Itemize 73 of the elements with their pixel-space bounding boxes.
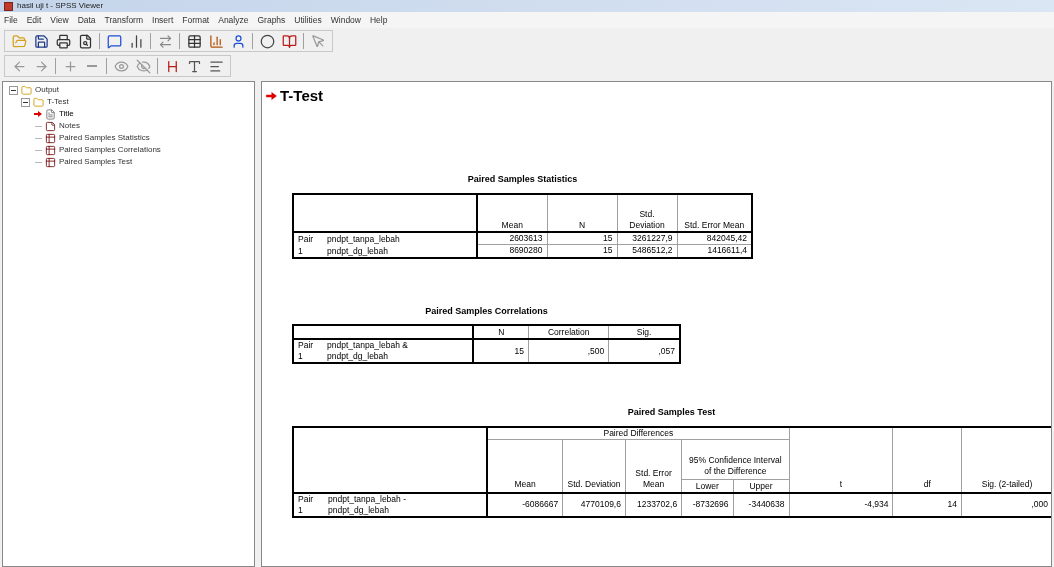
table-cell: 2603613 [477, 231, 547, 245]
column-header: df [893, 426, 962, 493]
minus-icon [87, 65, 97, 67]
table-icon [45, 156, 56, 168]
column-header: Std. Deviation [562, 439, 626, 493]
person-icon [230, 33, 246, 49]
row-header: Pair 1 [293, 231, 323, 258]
text-icon [186, 58, 202, 74]
menu-item[interactable]: File [4, 15, 18, 25]
outline-item[interactable]: Paired Samples Statistics [59, 134, 150, 142]
note-icon [45, 120, 56, 132]
output-heading: T-Test [280, 88, 324, 103]
column-group-header: Paired Differences [487, 426, 789, 440]
table-cell: 3261227,9 [617, 231, 677, 245]
outline-item[interactable]: Output [35, 86, 59, 94]
table-title: Paired Samples Statistics [466, 173, 579, 186]
left-arrow-icon [11, 58, 27, 74]
row-header: pndpt_tanpa_lebah - pndpt_dg_lebah [327, 493, 407, 516]
column-header: Lower [681, 479, 734, 493]
menu-item[interactable]: Transform [104, 15, 144, 25]
column-header: t [789, 426, 893, 493]
chart-icon [128, 33, 144, 49]
menu-item[interactable]: Edit [26, 15, 42, 25]
menu-item[interactable]: Window [330, 15, 361, 25]
row-header: Pair 1 [297, 493, 315, 516]
menu-item[interactable]: Format [182, 15, 210, 25]
row-header: pndpt_dg_lebah [323, 244, 477, 258]
folder-icon [11, 33, 27, 49]
lines-icon [208, 58, 224, 74]
bar-chart-icon [208, 33, 224, 49]
table-icon [45, 132, 56, 144]
eye-icon [113, 58, 129, 74]
row-header: pndpt_tanpa_lebah & pndpt_dg_lebah [323, 339, 474, 363]
menu-item[interactable]: Utilities [294, 15, 322, 25]
menu-item[interactable]: Insert [152, 15, 174, 25]
arrows-icon [157, 33, 173, 49]
menu-item[interactable]: Analyze [218, 15, 249, 25]
row-header: Pair 1 [293, 339, 324, 363]
folder-icon [21, 84, 32, 96]
column-header: Mean [487, 439, 563, 493]
preview-icon [77, 33, 93, 49]
outline-item[interactable]: T-Test [47, 98, 69, 106]
table-title: Paired Samples Correlations [424, 304, 549, 318]
print-icon [55, 33, 71, 49]
column-header: Std. Error Mean [625, 439, 682, 493]
menu-item[interactable]: Graphs [257, 15, 286, 25]
book-icon [281, 33, 297, 49]
menu-item[interactable]: View [50, 15, 69, 25]
table-icon [186, 33, 202, 49]
outline-item[interactable]: Notes [59, 122, 80, 130]
outline-item[interactable]: Paired Samples Test [59, 158, 133, 166]
outline-item[interactable]: Title [59, 110, 74, 118]
menu-item[interactable]: Help [370, 15, 388, 25]
table-cell: 15 [547, 231, 617, 245]
save-icon [33, 33, 49, 49]
plus-icon [62, 58, 78, 74]
circle-icon [259, 33, 275, 49]
hidden-eye-icon [135, 58, 151, 74]
page-icon [45, 108, 56, 120]
collapse-toggle[interactable] [21, 97, 30, 107]
pointer-icon [310, 33, 326, 49]
folder-icon [33, 96, 44, 108]
outline-item[interactable]: Paired Samples Correlations [59, 146, 161, 154]
right-arrow-icon [33, 58, 49, 74]
table-icon [45, 144, 56, 156]
arrow-icon [266, 91, 277, 100]
window-title: hasil uji t - SPSS Viewer [17, 2, 104, 10]
row-header: pndpt_tanpa_lebah [323, 231, 477, 245]
collapse-toggle[interactable] [9, 85, 18, 95]
table-title: Paired Samples Test [626, 406, 717, 419]
menu-item[interactable]: Data [77, 15, 96, 25]
dialog-icon [106, 33, 122, 49]
app-icon [4, 1, 13, 11]
